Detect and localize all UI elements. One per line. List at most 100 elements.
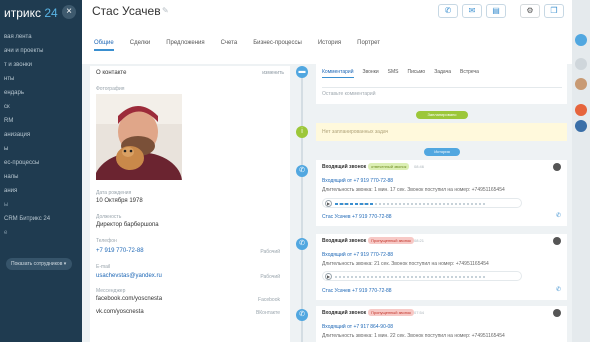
- call-card[interactable]: Входящий звонок Пропущенный звонок 08:21…: [316, 234, 567, 300]
- phone-icon: ✆: [296, 309, 308, 321]
- tab-meeting[interactable]: Встреча: [460, 69, 479, 78]
- call-person[interactable]: Стас Усачев +7 919 770-72-88: [322, 288, 392, 294]
- pencil-icon[interactable]: ✎: [162, 6, 169, 15]
- status-badge: отвеченный звонок: [368, 163, 410, 170]
- waveform-progress: [335, 203, 375, 205]
- call-title: Входящий звонок: [322, 310, 367, 316]
- tab-quotes[interactable]: Предложения: [166, 40, 204, 51]
- avatar[interactable]: [575, 120, 587, 132]
- messenger-vk[interactable]: vk.com/yoscnesta: [96, 309, 144, 315]
- phone-type: Рабочий: [260, 249, 280, 255]
- logo[interactable]: итрикс 24: [4, 6, 58, 20]
- composer-tabs: Комментарий Звонки SMS Письмо Задача Вст…: [322, 69, 479, 78]
- sidebar-item[interactable]: е: [4, 226, 80, 240]
- avatar: [553, 309, 561, 317]
- info-icon: i: [296, 126, 308, 138]
- sidebar-item[interactable]: RM: [4, 114, 80, 128]
- header-tabs: Общие Сделки Предложения Счета Бизнес-пр…: [94, 40, 380, 51]
- phone-icon[interactable]: ✆: [556, 286, 561, 293]
- call-duration: Длительность звонка: 1 мин. 17 сек. Звон…: [322, 187, 505, 193]
- sidebar-item[interactable]: налы: [4, 170, 80, 184]
- close-icon[interactable]: ×: [62, 5, 76, 19]
- tab-general[interactable]: Общие: [94, 40, 114, 51]
- tab-deals[interactable]: Сделки: [130, 40, 150, 51]
- sidebar-item[interactable]: ы: [4, 198, 80, 212]
- history-pill: История: [424, 148, 460, 156]
- position-label: Должность: [96, 214, 122, 220]
- audio-player[interactable]: ▶: [322, 271, 522, 281]
- phone-label: Телефон: [96, 238, 117, 244]
- sidebar-item[interactable]: ск: [4, 100, 80, 114]
- sidebar-item[interactable]: ачи и проекты: [4, 44, 80, 58]
- birthday-label: Дата рождения: [96, 190, 132, 196]
- avatar[interactable]: [575, 78, 587, 90]
- tab-email[interactable]: Письмо: [408, 69, 426, 78]
- phone-icon[interactable]: ✆: [556, 212, 561, 219]
- email-button[interactable]: ✉: [462, 4, 482, 18]
- call-from[interactable]: Входящий от +7 919 770-72-88: [322, 252, 393, 258]
- contact-info-panel: О контакте изменить Фотография Дата рожд…: [90, 66, 290, 342]
- sidebar-item[interactable]: ес-процессы: [4, 156, 80, 170]
- call-card[interactable]: Входящий звонок отвеченный звонок 08:46 …: [316, 160, 567, 226]
- messenger-facebook-type: Facebook: [258, 297, 280, 303]
- notification-icon[interactable]: [575, 58, 587, 70]
- waveform: [335, 276, 485, 278]
- tab-business-processes[interactable]: Бизнес-процессы: [253, 40, 302, 51]
- tab-calls[interactable]: Звонки: [363, 69, 379, 78]
- play-icon[interactable]: ▶: [325, 273, 332, 280]
- tab-sms[interactable]: SMS: [388, 69, 399, 78]
- call-time: 08:21: [414, 238, 425, 243]
- sidebar-item[interactable]: ы: [4, 142, 80, 156]
- phone-icon: ✆: [444, 6, 452, 15]
- status-badge: Пропущенный звонок: [368, 237, 414, 244]
- copy-button[interactable]: ❐: [544, 4, 564, 18]
- birthday-value: 10 Октября 1978: [96, 198, 143, 204]
- sidebar-item[interactable]: ендарь: [4, 86, 80, 100]
- left-sidebar: итрикс 24 × вая лента ачи и проекты т и …: [0, 0, 82, 342]
- phone-link[interactable]: +7 919 770-72-88: [96, 248, 144, 254]
- page-header: Стас Усачев ✎ ✆ ✉ ▤ ⚙ ❐ Общие Сделки Пре…: [82, 0, 572, 64]
- copy-icon: ❐: [550, 6, 558, 15]
- phone-icon: ✆: [296, 238, 308, 250]
- tab-comment[interactable]: Комментарий: [322, 69, 354, 78]
- edit-link[interactable]: изменить: [262, 70, 284, 76]
- phone-icon: ✆: [296, 165, 308, 177]
- call-from[interactable]: Входящий от +7 917 864-90-08: [322, 324, 393, 330]
- avatar: [553, 163, 561, 171]
- settings-button[interactable]: ⚙: [520, 4, 540, 18]
- sidebar-item[interactable]: нты: [4, 72, 80, 86]
- audio-player[interactable]: ▶: [322, 198, 522, 208]
- call-time: 08:46: [414, 164, 425, 169]
- page-title: Стас Усачев: [92, 4, 161, 18]
- messenger-label: Мессенджер: [96, 288, 126, 294]
- no-tasks-notice: Нет запланированных задач: [316, 123, 567, 141]
- call-from[interactable]: Входящий от +7 919 770-72-88: [322, 178, 393, 184]
- tab-invoices[interactable]: Счета: [221, 40, 238, 51]
- comment-input[interactable]: Оставьте комментарий: [322, 87, 562, 99]
- call-person[interactable]: Стас Усачев +7 919 770-72-88: [322, 214, 392, 220]
- show-employees-button[interactable]: Показать сотрудников ▾: [6, 258, 72, 270]
- tab-portrait[interactable]: Портрет: [357, 40, 380, 51]
- message-button[interactable]: ▤: [486, 4, 506, 18]
- sidebar-item[interactable]: анизация: [4, 128, 80, 142]
- call-card[interactable]: Входящий звонок Пропущенный звонок 07:54…: [316, 306, 567, 342]
- call-title: Входящий звонок: [322, 238, 367, 244]
- messenger-facebook[interactable]: facebook.com/yoscnesta: [96, 296, 162, 302]
- email-link[interactable]: usachevstas@yandex.ru: [96, 273, 162, 279]
- tab-task[interactable]: Задача: [434, 69, 451, 78]
- call-button[interactable]: ✆: [438, 4, 458, 18]
- section-title: О контакте: [96, 70, 127, 76]
- right-panel: [572, 0, 590, 342]
- tab-history[interactable]: История: [318, 40, 341, 51]
- play-icon[interactable]: ▶: [325, 200, 332, 207]
- chat-icon[interactable]: [575, 34, 587, 46]
- sidebar-item[interactable]: CRM Битрикс 24: [4, 212, 80, 226]
- sidebar-item[interactable]: вая лента: [4, 30, 80, 44]
- sidebar-item[interactable]: т и звонки: [4, 58, 80, 72]
- call-time: 07:54: [414, 310, 425, 315]
- sidebar-nav: вая лента ачи и проекты т и звонки нты е…: [4, 30, 80, 240]
- sidebar-item[interactable]: ания: [4, 184, 80, 198]
- call-duration: Длительность звонка: 1 мин. 22 сек. Звон…: [322, 333, 505, 339]
- avatar[interactable]: [575, 104, 587, 116]
- chat-icon: ▤: [492, 6, 500, 15]
